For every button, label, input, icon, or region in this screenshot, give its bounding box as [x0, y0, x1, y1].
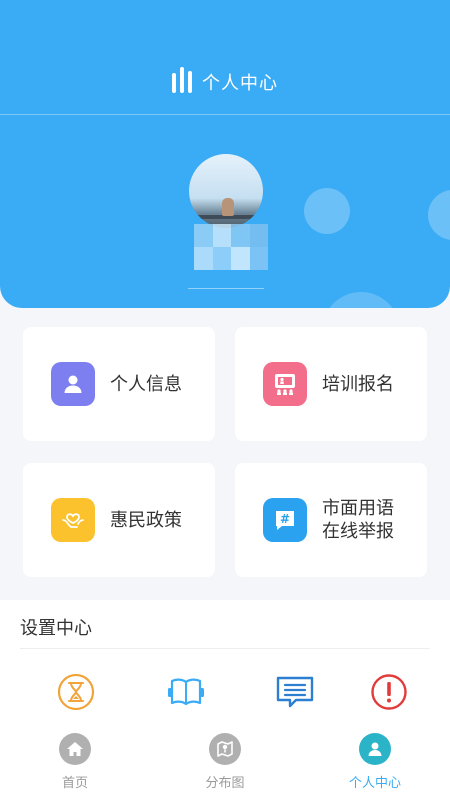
- tab-personal-center[interactable]: 个人中心: [330, 733, 420, 793]
- card-signage-report[interactable]: # 市面用语 在线举报: [235, 463, 427, 577]
- name-underline: [188, 288, 264, 289]
- card-label: 个人信息: [110, 373, 182, 395]
- hands-heart-icon: [51, 498, 95, 542]
- card-label: 培训报名: [322, 373, 394, 395]
- home-icon: [59, 733, 91, 765]
- decor-bubble: [428, 190, 450, 240]
- tab-home[interactable]: 首页: [30, 733, 120, 793]
- map-icon: [209, 733, 241, 765]
- card-label: 市面用语 在线举报: [322, 498, 394, 542]
- svg-text:#: #: [280, 512, 290, 526]
- card-label: 惠民政策: [110, 509, 182, 531]
- user-name-blurred: [194, 224, 268, 270]
- profile-header: 个人中心: [0, 0, 450, 308]
- card-training-signup[interactable]: 培训报名: [235, 327, 427, 441]
- tab-distribution-map[interactable]: 分布图: [180, 733, 270, 793]
- header-divider: [0, 114, 450, 115]
- hashtag-icon: #: [263, 498, 307, 542]
- settings-divider: [20, 648, 430, 649]
- message-icon[interactable]: [275, 672, 315, 712]
- hourglass-icon[interactable]: [56, 672, 96, 712]
- card-benefit-policy[interactable]: 惠民政策: [23, 463, 215, 577]
- alert-icon[interactable]: [369, 672, 409, 712]
- avatar[interactable]: [189, 154, 263, 228]
- page-title-bar: 个人中心: [0, 62, 450, 102]
- user-icon: [51, 362, 95, 406]
- person-icon: [359, 733, 391, 765]
- book-icon[interactable]: [166, 672, 206, 712]
- tab-label: 首页: [61, 776, 88, 791]
- decor-bubble: [322, 292, 400, 308]
- decor-bubble: [304, 188, 350, 234]
- card-personal-info[interactable]: 个人信息: [23, 327, 215, 441]
- tab-label: 分布图: [205, 776, 245, 791]
- tab-label: 个人中心: [348, 776, 401, 791]
- page-title: 个人中心: [202, 73, 278, 94]
- settings-title: 设置中心: [20, 618, 92, 639]
- mongolian-script-logo: [172, 67, 192, 97]
- presentation-icon: [263, 362, 307, 406]
